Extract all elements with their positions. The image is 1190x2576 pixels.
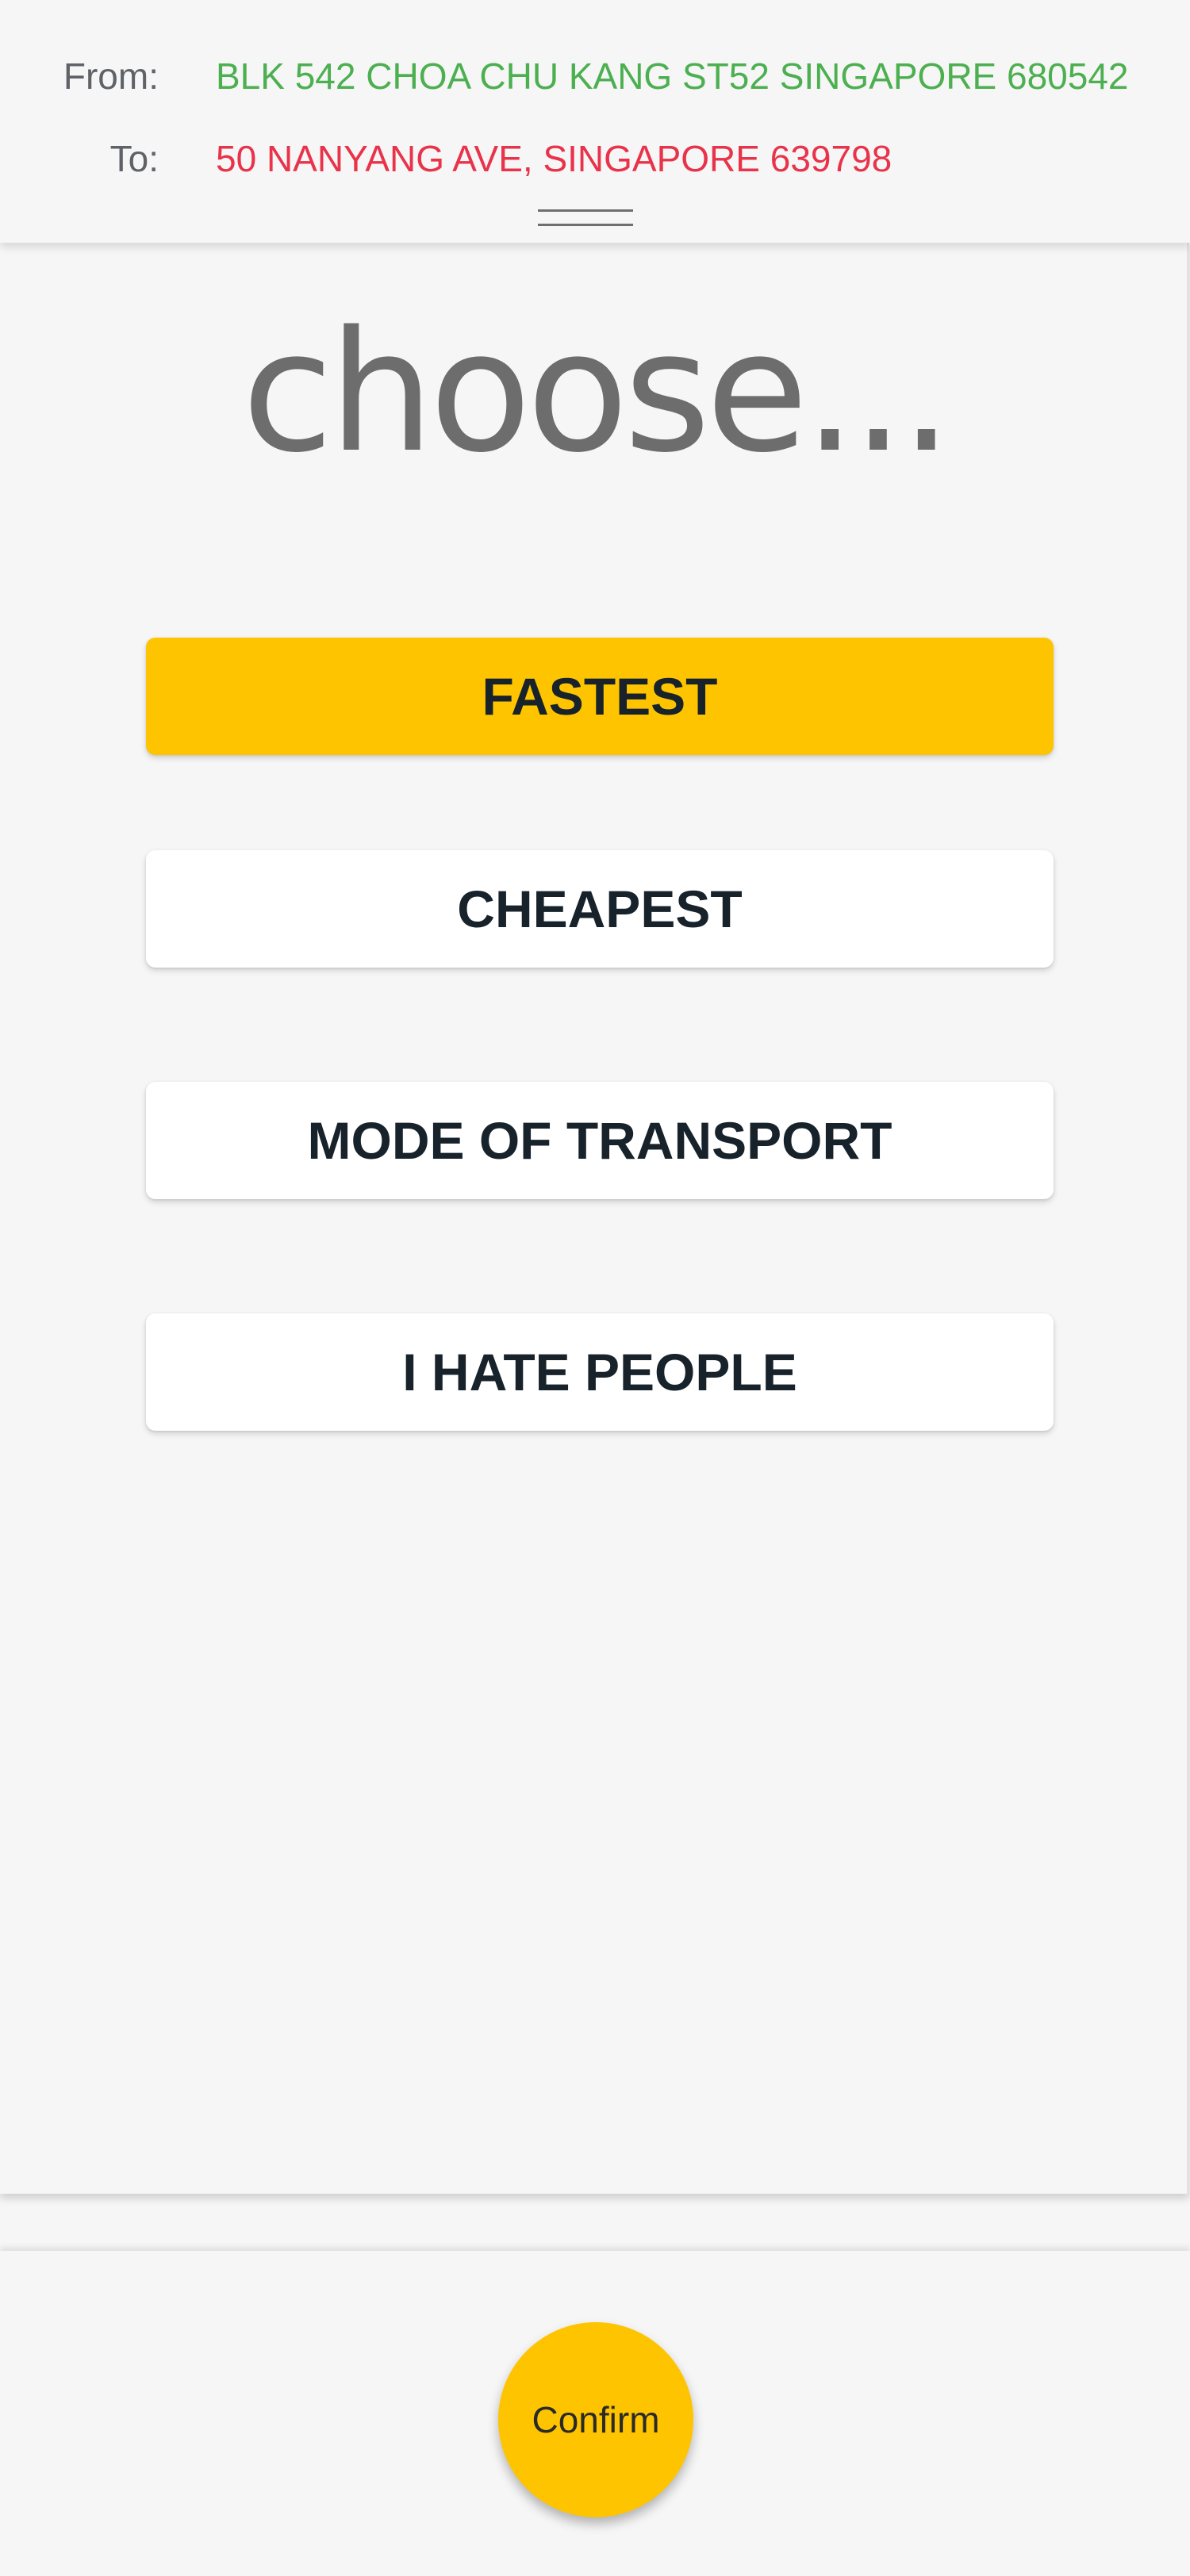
page-title: choose...: [241, 295, 953, 489]
option-cheapest[interactable]: CHEAPEST: [146, 850, 1054, 968]
option-i-hate-people[interactable]: I HATE PEOPLE: [146, 1313, 1054, 1431]
from-row: From: BLK 542 CHOA CHU KANG ST52 SINGAPO…: [0, 44, 1190, 108]
option-mode-of-transport[interactable]: MODE OF TRANSPORT: [146, 1082, 1054, 1199]
to-label: To:: [109, 138, 159, 179]
to-address[interactable]: 50 NANYANG AVE, SINGAPORE 639798: [216, 137, 892, 180]
choice-panel: [0, 243, 1189, 2194]
confirm-button[interactable]: Confirm: [498, 2322, 693, 2517]
to-row: To: 50 NANYANG AVE, SINGAPORE 639798: [0, 127, 1190, 190]
drag-handle-line[interactable]: [538, 209, 633, 212]
option-fastest[interactable]: FASTEST: [146, 638, 1054, 755]
from-address[interactable]: BLK 542 CHOA CHU KANG ST52 SINGAPORE 680…: [216, 55, 1129, 98]
from-label: From:: [63, 56, 159, 97]
drag-handle-line[interactable]: [538, 224, 633, 226]
route-header: From: BLK 542 CHOA CHU KANG ST52 SINGAPO…: [0, 0, 1190, 243]
